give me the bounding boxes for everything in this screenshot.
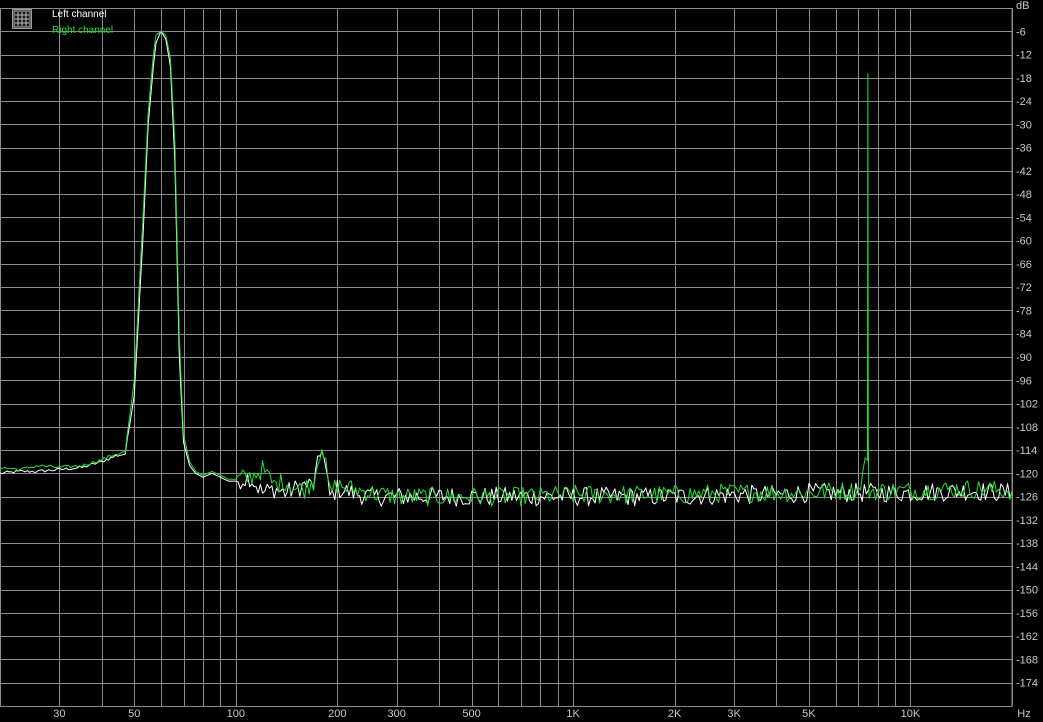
- x-tick-label: 10K: [901, 708, 921, 720]
- y-tick-label: -48: [1016, 189, 1032, 201]
- y-tick-label: -144: [1016, 561, 1038, 573]
- legend-left-channel: Left channel: [52, 9, 107, 20]
- x-tick-label: 3K: [727, 708, 741, 720]
- y-tick-label: -42: [1016, 166, 1032, 178]
- y-tick-label: -18: [1016, 73, 1032, 85]
- y-tick-label: -102: [1016, 399, 1038, 411]
- x-tick-label: 100: [227, 708, 245, 720]
- y-axis-label: dB: [1016, 0, 1029, 12]
- y-tick-label: -6: [1016, 26, 1026, 38]
- y-tick-label: -96: [1016, 375, 1032, 387]
- y-tick-label: -162: [1016, 631, 1038, 643]
- y-tick-label: -174: [1016, 678, 1038, 690]
- y-tick-label: -156: [1016, 608, 1038, 620]
- x-tick-label: 2K: [668, 708, 682, 720]
- y-tick-label: -126: [1016, 492, 1038, 504]
- x-tick-label: 50: [128, 708, 140, 720]
- y-tick-label: -12: [1016, 50, 1032, 62]
- x-tick-label: 200: [328, 708, 346, 720]
- legend-grid-icon[interactable]: [12, 9, 32, 29]
- y-tick-label: -66: [1016, 259, 1032, 271]
- x-tick-label: 1K: [566, 708, 580, 720]
- x-axis-label: Hz: [1017, 708, 1030, 720]
- x-tick-label: 30: [53, 708, 65, 720]
- y-tick-label: -168: [1016, 654, 1038, 666]
- y-tick-label: -72: [1016, 282, 1032, 294]
- y-tick-label: -108: [1016, 422, 1038, 434]
- y-tick-label: -36: [1016, 143, 1032, 155]
- y-tick-label: -78: [1016, 305, 1032, 317]
- y-tick-label: -54: [1016, 212, 1032, 224]
- y-tick-label: -132: [1016, 515, 1038, 527]
- x-tick-label: 5K: [802, 708, 816, 720]
- y-tick-label: -24: [1016, 96, 1032, 108]
- x-tick-label: 500: [462, 708, 480, 720]
- y-tick-label: -120: [1016, 468, 1038, 480]
- x-tick-label: 300: [388, 708, 406, 720]
- y-tick-label: -114: [1016, 445, 1037, 457]
- y-tick-label: -60: [1016, 236, 1032, 248]
- y-tick-label: -150: [1016, 585, 1038, 597]
- y-tick-label: -90: [1016, 352, 1032, 364]
- spectrum-chart: dB -6 -12 -18 -24 -30 -36 -42 -48 -54 -60 -66 -72 -78…: [0, 0, 1043, 722]
- y-tick-label: -84: [1016, 329, 1032, 341]
- y-tick-label: -30: [1016, 119, 1032, 131]
- y-tick-label: -138: [1016, 538, 1038, 550]
- legend-right-channel: Right channel: [52, 25, 114, 36]
